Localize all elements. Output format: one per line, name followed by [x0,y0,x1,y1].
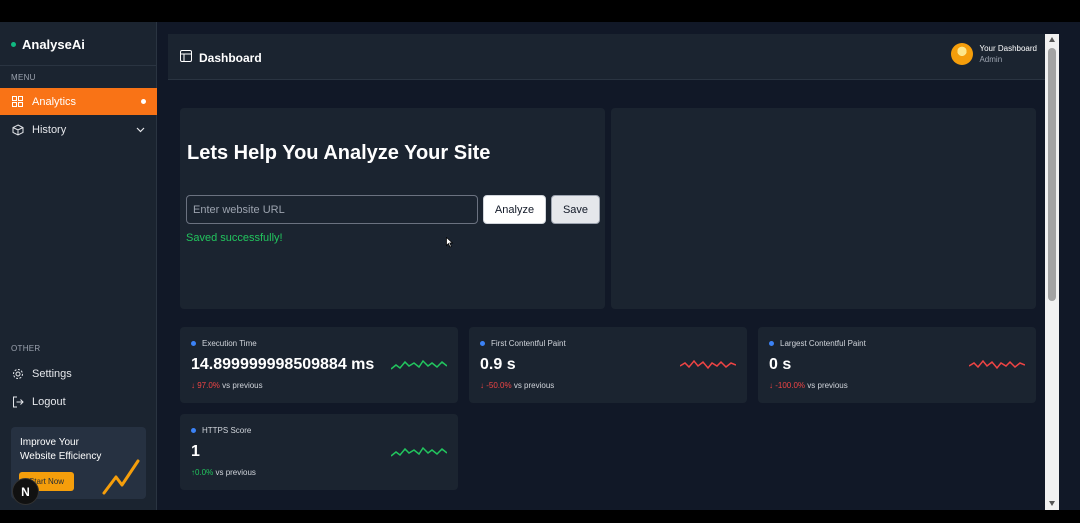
metric-label: Execution Time [191,339,257,348]
app-window: AnalyseAi MENU Analytics History OTHER S… [0,22,1080,510]
scroll-up-icon[interactable] [1049,37,1055,42]
menu-section-label: MENU [11,73,36,82]
metric-label: Largest Contentful Paint [769,339,866,348]
topbar: Dashboard Your Dashboard Admin [168,34,1045,80]
sidebar-item-label: Analytics [32,95,77,108]
arrow-down-icon: ↓ [769,381,773,390]
logout-icon [11,395,24,408]
box-icon [11,123,24,136]
metric-value: 0 s [769,356,792,373]
sidebar: AnalyseAi MENU Analytics History OTHER S… [0,22,157,510]
grid-icon [11,95,24,108]
user-menu[interactable]: Your Dashboard Admin [951,43,1037,65]
page-title-text: Dashboard [199,50,262,65]
avatar [951,43,974,65]
metric-change: ↑0.0% vs previous [191,468,256,477]
sidebar-item-logout[interactable]: Logout [0,388,157,415]
scroll-thumb[interactable] [1048,48,1056,301]
brand-logo[interactable]: AnalyseAi [11,37,85,52]
metric-change: ↓ -100.0% vs previous [769,381,848,390]
divider [0,65,157,66]
sidebar-item-label: Settings [32,367,72,380]
sparkline-icon [679,357,737,378]
status-message: Saved successfully! [186,232,283,244]
scroll-down-icon[interactable] [1049,501,1055,506]
arrow-down-icon: ↓ [191,381,195,390]
sidebar-item-settings[interactable]: Settings [0,360,157,387]
other-section-label: OTHER [11,344,41,353]
trend-chart-icon [102,455,142,500]
sparkline-icon [390,357,448,378]
bullet-icon [191,341,196,346]
arrow-down-icon: ↓ [480,381,484,390]
metric-value: 14.899999998509884 ms [191,356,375,373]
sidebar-item-history[interactable]: History [0,116,157,143]
metric-card-execution-time: Execution Time 14.899999998509884 ms ↓ 9… [180,327,458,403]
bullet-icon [191,428,196,433]
metric-card-fcp: First Contentful Paint 0.9 s ↓ -50.0% vs… [469,327,747,403]
metric-card-lcp: Largest Contentful Paint 0 s ↓ -100.0% v… [758,327,1036,403]
active-dot-icon [141,99,146,104]
sparkline-icon [968,357,1026,378]
metric-card-https-score: HTTPS Score 1 ↑0.0% vs previous [180,414,458,490]
mouse-cursor-icon [446,235,454,253]
hero-title: Lets Help You Analyze Your Site [187,142,491,164]
metric-label: First Contentful Paint [480,339,566,348]
promo-text: Improve Your Website Efficiency [20,437,102,462]
bullet-icon [480,341,485,346]
analyze-panel: Lets Help You Analyze Your Site Analyze … [180,108,605,309]
analyze-button[interactable]: Analyze [483,195,546,224]
user-role: Admin [979,55,1003,64]
sidebar-item-label: History [32,123,67,136]
sidebar-item-label: Logout [32,395,66,408]
brand-name: AnalyseAi [22,37,85,52]
metric-change: ↓ 97.0% vs previous [191,381,263,390]
brand-dot-icon [11,42,16,47]
bullet-icon [769,341,774,346]
metric-value: 0.9 s [480,356,516,373]
layout-icon [180,50,192,65]
page-title: Dashboard [180,50,262,65]
n-badge-icon[interactable]: N [12,478,39,505]
results-panel [611,108,1036,309]
sparkline-icon [390,444,448,465]
metric-label: HTTPS Score [191,426,251,435]
save-button[interactable]: Save [551,195,600,224]
sidebar-item-analytics[interactable]: Analytics [0,88,157,115]
url-input[interactable] [186,195,478,224]
metric-change: ↓ -50.0% vs previous [480,381,555,390]
metric-value: 1 [191,443,200,460]
chevron-down-icon [136,124,145,136]
main-content: Dashboard Your Dashboard Admin Lets Help… [158,22,1045,510]
user-name: Your Dashboard [979,44,1037,53]
gear-icon [11,367,24,380]
vertical-scrollbar[interactable] [1045,34,1059,510]
